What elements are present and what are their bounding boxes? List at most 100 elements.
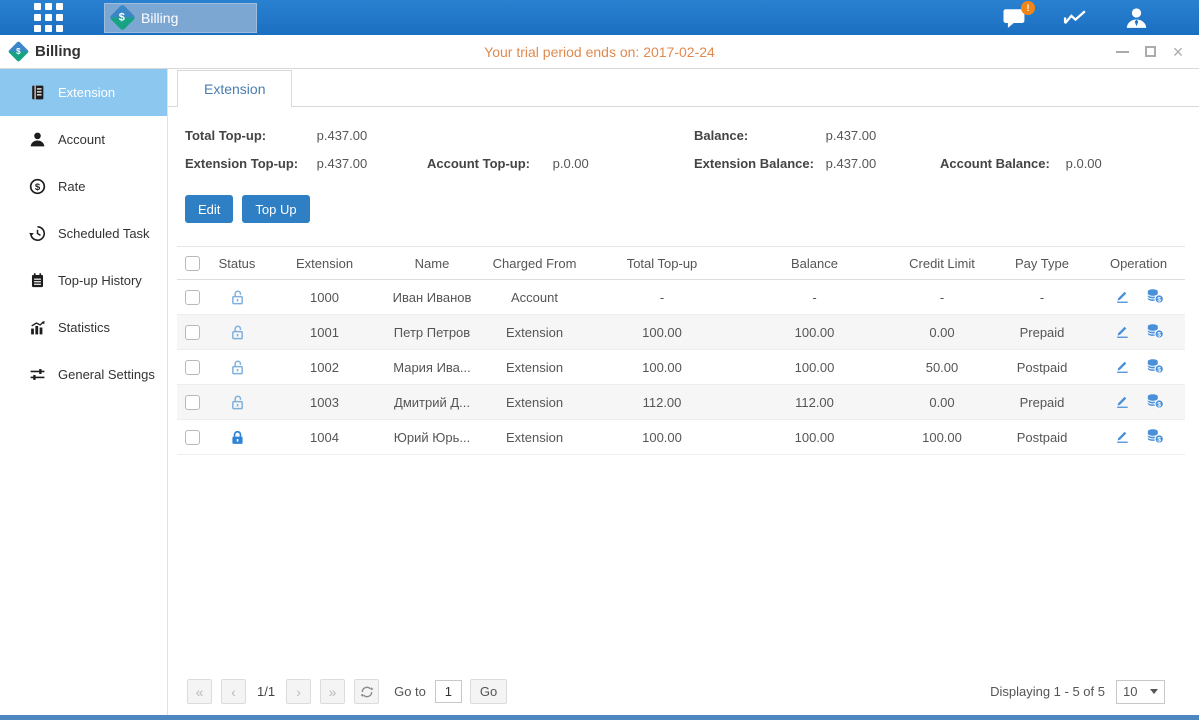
next-page-button[interactable] [286, 679, 311, 704]
row-edit-button[interactable] [1113, 288, 1131, 304]
sidebar-item-account[interactable]: Account [0, 116, 167, 163]
sidebar-item-label: Extension [58, 85, 115, 100]
top-app-bar: Billing ! [0, 0, 1199, 35]
resource-monitor-icon[interactable] [1063, 7, 1088, 29]
cell-credit-limit: 0.00 [892, 315, 992, 350]
summary-account-balance: Account Balance: p.0.00 [940, 156, 1185, 171]
cell-name: Иван Иванов [382, 280, 482, 315]
status-unlocked-icon [229, 394, 246, 411]
row-edit-button[interactable] [1113, 393, 1131, 409]
svg-text:$: $ [35, 182, 41, 193]
topbar-tab-label: Billing [141, 10, 178, 26]
sidebar-item-top-up-history[interactable]: Top-up History [0, 257, 167, 304]
table-row[interactable]: 1001Петр ПетровExtension100.00100.000.00… [177, 315, 1185, 350]
table-row[interactable]: 1000Иван ИвановAccount----$ [177, 280, 1185, 315]
column-header-balance: Balance [737, 247, 892, 280]
close-button[interactable] [1171, 45, 1185, 59]
billing-summary: Total Top-up: p.437.00 Balance: p.437.00… [185, 128, 1185, 171]
sidebar-item-extension[interactable]: Extension [0, 69, 167, 116]
column-header-charged-from: Charged From [482, 247, 587, 280]
trial-notice: Your trial period ends on: 2017-02-24 [0, 44, 1199, 60]
column-header-pay-type: Pay Type [992, 247, 1092, 280]
table-row[interactable]: 1003Дмитрий Д...Extension112.00112.000.0… [177, 385, 1185, 420]
tab-extension[interactable]: Extension [177, 70, 292, 107]
maximize-button[interactable] [1143, 45, 1157, 59]
last-page-button[interactable] [320, 679, 345, 704]
cell-total-topup: - [587, 280, 737, 315]
column-header-extension: Extension [267, 247, 382, 280]
goto-page-input[interactable] [435, 680, 462, 703]
row-edit-button[interactable] [1113, 323, 1131, 339]
summary-account-topup: Account Top-up: p.0.00 [427, 156, 694, 171]
cell-total-topup: 100.00 [587, 315, 737, 350]
edit-button[interactable]: Edit [185, 195, 233, 223]
sidebar-item-label: Statistics [58, 320, 110, 335]
row-edit-button[interactable] [1113, 428, 1131, 444]
topbar-tab-billing[interactable]: Billing [104, 3, 257, 33]
first-page-button[interactable] [187, 679, 212, 704]
cell-name: Дмитрий Д... [382, 385, 482, 420]
table-row[interactable]: 1004Юрий Юрь...Extension100.00100.00100.… [177, 420, 1185, 455]
row-top-up-button[interactable]: $ [1146, 288, 1164, 304]
cell-pay-type: Prepaid [992, 385, 1092, 420]
row-top-up-button[interactable]: $ [1146, 358, 1164, 374]
row-top-up-button[interactable]: $ [1146, 393, 1164, 409]
cell-pay-type: Postpaid [992, 420, 1092, 455]
status-unlocked-icon [229, 359, 246, 376]
cell-balance: 112.00 [737, 385, 892, 420]
row-checkbox[interactable] [185, 430, 200, 445]
user-account-icon[interactable] [1124, 7, 1149, 29]
top-up-button[interactable]: Top Up [242, 195, 309, 223]
cell-name: Юрий Юрь... [382, 420, 482, 455]
billing-app-icon [109, 4, 136, 31]
sidebar-item-rate[interactable]: $ Rate [0, 163, 167, 210]
pagination-bar: 1/1 Go to Go Displaying 1 - 5 of 5 10 [177, 668, 1185, 715]
svg-text:$: $ [1157, 366, 1161, 373]
cell-credit-limit: 100.00 [892, 420, 992, 455]
sidebar-item-label: Rate [58, 179, 85, 194]
table-row[interactable]: 1002Мария Ива...Extension100.00100.0050.… [177, 350, 1185, 385]
column-header-name: Name [382, 247, 482, 280]
messages-icon[interactable]: ! [1002, 7, 1027, 29]
cell-charged-from: Extension [482, 420, 587, 455]
row-top-up-button[interactable]: $ [1146, 323, 1164, 339]
row-checkbox[interactable] [185, 360, 200, 375]
cell-balance: 100.00 [737, 350, 892, 385]
sidebar-item-scheduled-task[interactable]: Scheduled Task [0, 210, 167, 257]
row-edit-button[interactable] [1113, 358, 1131, 374]
cell-credit-limit: - [892, 280, 992, 315]
sidebar-item-label: Scheduled Task [58, 226, 150, 241]
row-checkbox[interactable] [185, 290, 200, 305]
column-header-credit-limit: Credit Limit [892, 247, 992, 280]
sidebar-item-statistics[interactable]: Statistics [0, 304, 167, 351]
chevron-down-icon [1150, 689, 1158, 694]
svg-text:$: $ [1157, 296, 1161, 303]
minimize-button[interactable] [1115, 45, 1129, 59]
table-header-row: StatusExtensionNameCharged FromTotal Top… [177, 247, 1185, 280]
cell-pay-type: Prepaid [992, 315, 1092, 350]
refresh-button[interactable] [354, 679, 379, 704]
cell-total-topup: 100.00 [587, 350, 737, 385]
page-size-select[interactable]: 10 [1116, 680, 1165, 704]
general-settings-icon [29, 366, 46, 383]
svg-text:$: $ [1157, 401, 1161, 408]
select-all-checkbox[interactable] [185, 256, 200, 271]
sidebar-item-general-settings[interactable]: General Settings [0, 351, 167, 398]
cell-extension: 1000 [267, 280, 382, 315]
summary-total-topup: Total Top-up: p.437.00 [185, 128, 427, 143]
cell-charged-from: Extension [482, 350, 587, 385]
billing-window-icon [8, 41, 29, 62]
sidebar-item-label: Top-up History [58, 273, 142, 288]
previous-page-button[interactable] [221, 679, 246, 704]
sidebar: Extension Account $ Rate Scheduled Task Top-u… [0, 69, 168, 715]
row-top-up-button[interactable]: $ [1146, 428, 1164, 444]
cell-pay-type: Postpaid [992, 350, 1092, 385]
cell-name: Петр Петров [382, 315, 482, 350]
cell-charged-from: Account [482, 280, 587, 315]
row-checkbox[interactable] [185, 325, 200, 340]
app-launcher-icon[interactable] [34, 3, 63, 32]
go-button[interactable]: Go [470, 679, 507, 704]
status-unlocked-icon [229, 289, 246, 306]
row-checkbox[interactable] [185, 395, 200, 410]
window-title: Billing [35, 43, 81, 60]
